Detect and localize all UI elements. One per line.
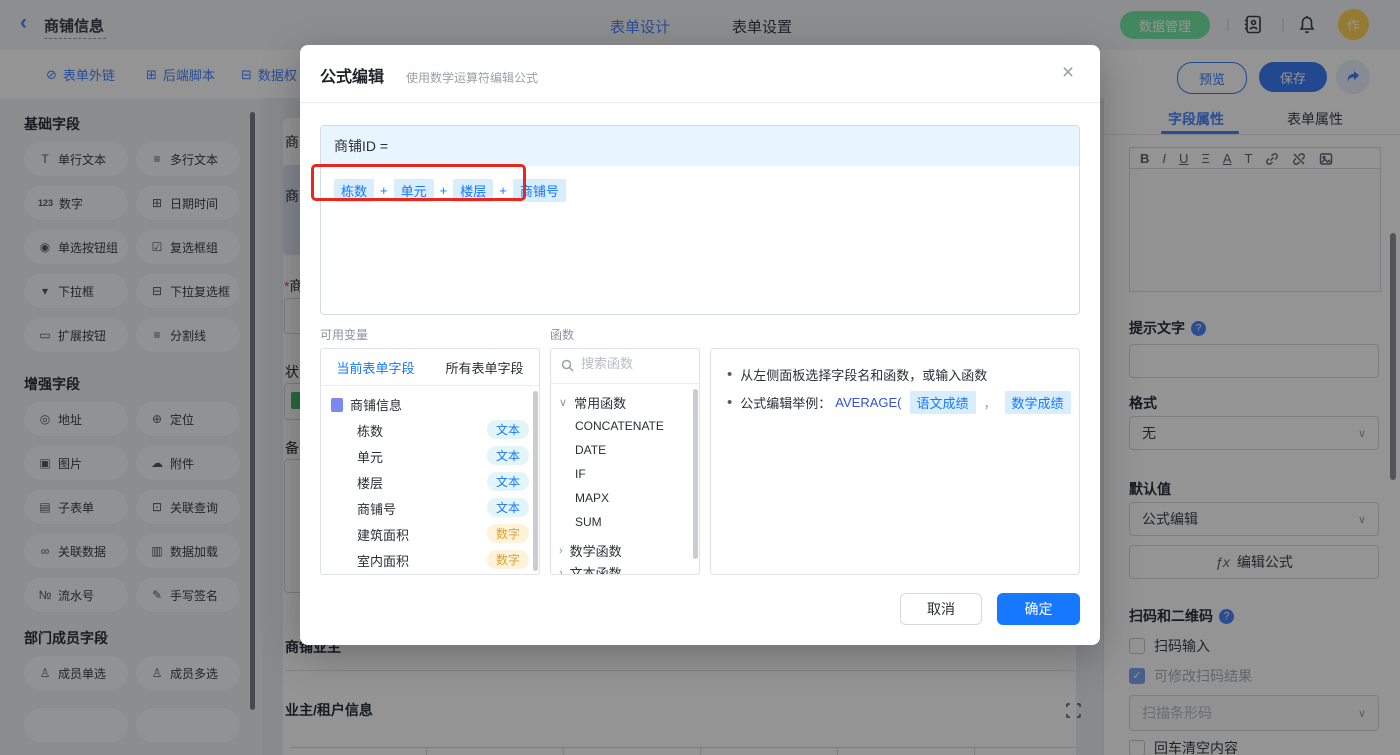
formula-target-label: 商铺ID = — [334, 138, 389, 154]
variables-tabs: 当前表单字段 所有表单字段 — [321, 349, 539, 386]
variables-scrollbar[interactable] — [533, 391, 538, 571]
variable-item[interactable]: 室内面积 — [357, 551, 409, 570]
formula-target-bar: 商铺ID = — [321, 126, 1079, 166]
function-group-common[interactable]: ∨ 常用函数 — [559, 393, 626, 412]
function-item[interactable]: IF — [575, 467, 586, 481]
functions-scrollbar[interactable] — [693, 389, 698, 559]
hint-line-1: • 从左侧面板选择字段名和函数，或输入函数 — [727, 365, 987, 384]
variables-tree-root[interactable]: 商铺信息 — [331, 395, 402, 414]
bullet-icon: • — [727, 366, 733, 383]
chevron-right-icon: › — [559, 544, 563, 557]
example-arg-chip: 语文成绩 — [909, 391, 976, 414]
variable-item[interactable]: 单元 — [357, 447, 383, 466]
type-badge: 文本 — [487, 420, 530, 439]
bullet-icon: • — [727, 394, 733, 411]
function-group-label: 数学函数 — [569, 544, 622, 559]
hint-example-prefix: 公式编辑举例： — [740, 396, 832, 411]
tab-all-form-fields[interactable]: 所有表单字段 — [430, 349, 539, 385]
type-badge: 文本 — [487, 472, 530, 491]
type-badge: 数字 — [487, 524, 530, 543]
variable-item[interactable]: 建筑面积 — [357, 525, 409, 544]
variables-label: 可用变量 — [320, 328, 369, 342]
formula-editor[interactable]: 商铺ID = 栋数 + 单元 + 楼层 + 商铺号 — [320, 125, 1080, 315]
functions-label: 函数 — [550, 328, 575, 342]
function-search-input[interactable] — [579, 355, 693, 372]
type-badge: 文本 — [487, 498, 530, 517]
search-icon — [561, 359, 574, 372]
function-item[interactable]: MAPX — [575, 491, 609, 505]
variable-item[interactable]: 栋数 — [357, 421, 383, 440]
variables-panel: 当前表单字段 所有表单字段 商铺信息 栋数 文本 单元 文本 楼层 文本 商铺号… — [320, 348, 540, 575]
function-item[interactable]: CONCATENATE — [575, 419, 664, 433]
close-icon[interactable]: × — [1052, 57, 1084, 89]
tab-current-form-fields[interactable]: 当前表单字段 — [321, 349, 430, 385]
hint-text: 从左侧面板选择字段名和函数，或输入函数 — [740, 368, 988, 383]
cancel-button[interactable]: 取消 — [900, 593, 982, 625]
app-window: ‹ 商铺信息 表单设计 表单设置 数据管理 | | 作 ⊘ 表单外链 ⊞ 后端脚… — [0, 0, 1400, 755]
formula-edit-modal: 公式编辑 使用数学运算符编辑公式 × 商铺ID = 栋数 + 单元 + 楼层 +… — [300, 45, 1100, 645]
function-group-math[interactable]: › 数学函数 — [559, 541, 622, 560]
hint-line-2: • 公式编辑举例： AVERAGE( 语文成绩 ， 数学成绩 ) — [727, 391, 1080, 414]
chevron-right-icon: › — [559, 566, 563, 575]
variables-root-label: 商铺信息 — [350, 398, 403, 413]
variable-item[interactable]: 楼层 — [357, 473, 383, 492]
example-function-name: AVERAGE( — [835, 395, 902, 410]
functions-panel: ∨ 常用函数 CONCATENATE DATE IF MAPX SUM › 数学… — [550, 348, 700, 575]
function-group-text[interactable]: › 文本函数 — [559, 563, 622, 575]
modal-subtitle: 使用数学运算符编辑公式 — [406, 71, 539, 85]
example-comma: ， — [983, 396, 997, 411]
variable-item[interactable]: 商铺号 — [357, 499, 396, 518]
modal-title: 公式编辑 — [320, 69, 385, 86]
example-close-paren: ) — [1079, 395, 1080, 410]
function-item[interactable]: SUM — [575, 515, 602, 529]
type-badge: 数字 — [487, 550, 530, 569]
function-group-label: 文本函数 — [569, 566, 622, 575]
confirm-button[interactable]: 确定 — [997, 593, 1080, 625]
type-badge: 文本 — [487, 446, 530, 465]
chevron-down-icon: ∨ — [559, 397, 568, 409]
function-group-label: 常用函数 — [574, 396, 627, 411]
function-item[interactable]: DATE — [575, 443, 606, 457]
hints-panel: • 从左侧面板选择字段名和函数，或输入函数 • 公式编辑举例： AVERAGE(… — [710, 348, 1080, 575]
function-search — [551, 349, 699, 384]
annotation-highlight-box — [311, 164, 526, 201]
modal-header-divider — [300, 102, 1100, 103]
example-arg-chip: 数学成绩 — [1004, 391, 1071, 414]
form-file-icon — [331, 397, 343, 412]
